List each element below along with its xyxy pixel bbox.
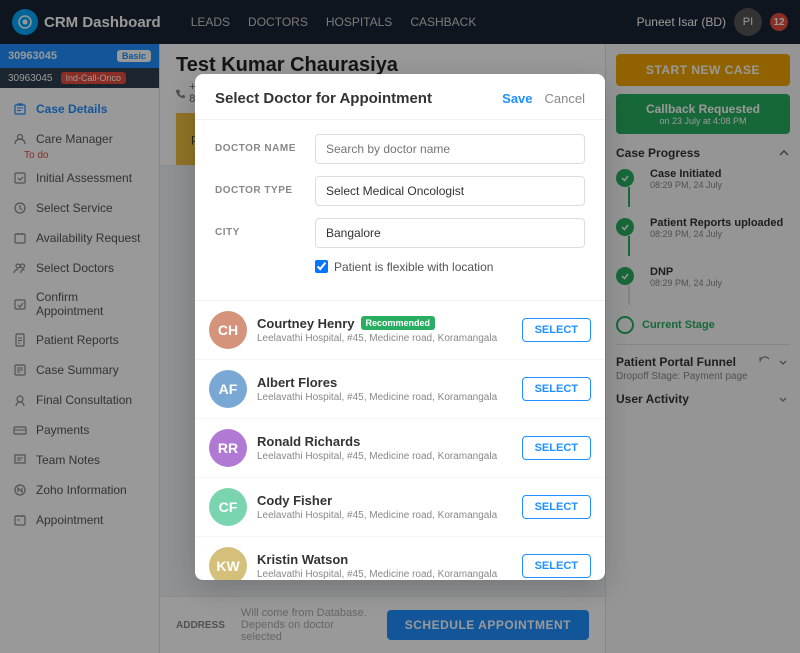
modal-title: Select Doctor for Appointment bbox=[215, 90, 432, 107]
city-label: CITY bbox=[215, 227, 305, 238]
doctor-name-row: DOCTOR NAME bbox=[215, 134, 585, 164]
select-doctor-button[interactable]: SELECT bbox=[522, 436, 591, 460]
doctor-avatar: KW bbox=[209, 547, 247, 580]
doctor-item: AF Albert Flores Leelavathi Hospital, #4… bbox=[195, 360, 605, 419]
doctor-name: Albert Flores bbox=[257, 375, 512, 390]
city-input[interactable] bbox=[315, 218, 585, 248]
flexible-label: Patient is flexible with location bbox=[334, 260, 493, 274]
doctor-info: Albert Flores Leelavathi Hospital, #45, … bbox=[257, 375, 512, 403]
doctor-name: Ronald Richards bbox=[257, 434, 512, 449]
doctor-info: Cody Fisher Leelavathi Hospital, #45, Me… bbox=[257, 493, 512, 521]
select-doctor-button[interactable]: SELECT bbox=[522, 495, 591, 519]
select-doctor-button[interactable]: SELECT bbox=[522, 377, 591, 401]
modal-actions: Save Cancel bbox=[502, 91, 585, 106]
doctor-address: Leelavathi Hospital, #45, Medicine road,… bbox=[257, 569, 512, 580]
doctor-avatar: CF bbox=[209, 488, 247, 526]
doctor-name-label: DOCTOR NAME bbox=[215, 143, 305, 154]
modal-header: Select Doctor for Appointment Save Cance… bbox=[195, 74, 605, 120]
doctor-info: Ronald Richards Leelavathi Hospital, #45… bbox=[257, 434, 512, 462]
doctor-info: Kristin Watson Leelavathi Hospital, #45,… bbox=[257, 552, 512, 580]
doctor-item: CF Cody Fisher Leelavathi Hospital, #45,… bbox=[195, 478, 605, 537]
doctor-type-select[interactable]: Select Medical Oncologist bbox=[315, 176, 585, 206]
modal-overlay: Select Doctor for Appointment Save Cance… bbox=[0, 0, 800, 653]
doctor-address: Leelavathi Hospital, #45, Medicine road,… bbox=[257, 333, 512, 344]
doctor-address: Leelavathi Hospital, #45, Medicine road,… bbox=[257, 451, 512, 462]
doctor-info: Courtney Henry Recommended Leelavathi Ho… bbox=[257, 316, 512, 344]
doctor-name-input[interactable] bbox=[315, 134, 585, 164]
doctor-avatar: AF bbox=[209, 370, 247, 408]
doctor-name: Cody Fisher bbox=[257, 493, 512, 508]
doctor-item: RR Ronald Richards Leelavathi Hospital, … bbox=[195, 419, 605, 478]
doctor-name: Kristin Watson bbox=[257, 552, 512, 567]
modal-save-button[interactable]: Save bbox=[502, 91, 532, 106]
doctor-list: CH Courtney Henry Recommended Leelavathi… bbox=[195, 300, 605, 580]
doctor-avatar: RR bbox=[209, 429, 247, 467]
doctor-type-label: DOCTOR TYPE bbox=[215, 185, 305, 196]
flexible-checkbox[interactable] bbox=[315, 260, 328, 273]
modal-body: DOCTOR NAME DOCTOR TYPE Select Medical O… bbox=[195, 120, 605, 300]
doctor-select-modal: Select Doctor for Appointment Save Cance… bbox=[195, 74, 605, 580]
select-doctor-button[interactable]: SELECT bbox=[522, 318, 591, 342]
flexible-location-row: Patient is flexible with location bbox=[215, 260, 585, 274]
doctor-item: CH Courtney Henry Recommended Leelavathi… bbox=[195, 301, 605, 360]
recommended-badge: Recommended bbox=[361, 316, 436, 330]
city-row: CITY bbox=[215, 218, 585, 248]
doctor-item: KW Kristin Watson Leelavathi Hospital, #… bbox=[195, 537, 605, 580]
doctor-address: Leelavathi Hospital, #45, Medicine road,… bbox=[257, 510, 512, 521]
doctor-address: Leelavathi Hospital, #45, Medicine road,… bbox=[257, 392, 512, 403]
select-doctor-button[interactable]: SELECT bbox=[522, 554, 591, 578]
modal-cancel-button[interactable]: Cancel bbox=[545, 91, 585, 106]
doctor-type-row: DOCTOR TYPE Select Medical Oncologist bbox=[215, 176, 585, 206]
doctor-avatar: CH bbox=[209, 311, 247, 349]
doctor-name: Courtney Henry Recommended bbox=[257, 316, 512, 331]
